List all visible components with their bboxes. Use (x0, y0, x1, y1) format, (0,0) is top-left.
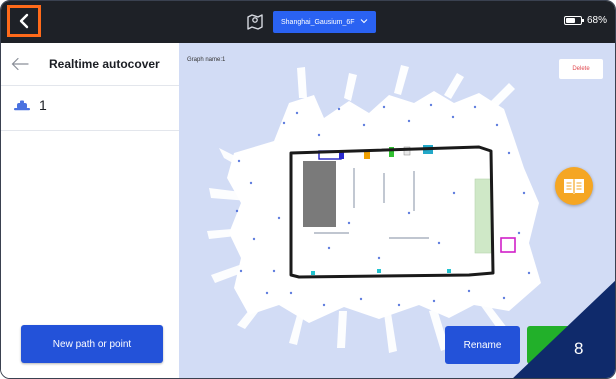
back-button[interactable] (7, 5, 41, 37)
book-icon (564, 179, 584, 194)
left-panel: Realtime autocover 1 New path or point (1, 43, 180, 378)
step-badge (513, 280, 615, 378)
obstacle-block (303, 161, 336, 227)
guide-book-button[interactable] (555, 167, 593, 205)
step-number: 8 (574, 339, 584, 358)
route-number: 1 (39, 97, 47, 113)
rename-button[interactable]: Rename (445, 326, 520, 364)
chevron-down-icon (360, 19, 368, 24)
delete-button[interactable]: Delete (559, 59, 603, 79)
panel-header: Realtime autocover (1, 43, 179, 86)
list-item[interactable]: 1 (1, 86, 179, 131)
top-bar: Shanghai_Gausium_6F 68% (1, 1, 615, 43)
battery-status: 68% (563, 15, 607, 26)
battery-percent: 68% (586, 15, 607, 26)
map-location-icon[interactable] (245, 11, 265, 31)
map-name-label: Shanghai_Gausium_6F (281, 18, 355, 26)
map-selector-dropdown[interactable]: Shanghai_Gausium_6F (273, 11, 376, 33)
back-icon (19, 13, 29, 29)
arrow-left-icon[interactable] (11, 57, 29, 71)
robot-route-icon (14, 100, 30, 111)
app-window: Shanghai_Gausium_6F 68% Realtime autocov… (0, 0, 616, 379)
page-title: Realtime autocover (49, 57, 160, 71)
new-path-button[interactable]: New path or point (21, 325, 163, 363)
graph-name-label: Graph name:1 (187, 57, 226, 63)
battery-fill (565, 18, 575, 23)
battery-icon (563, 16, 584, 25)
